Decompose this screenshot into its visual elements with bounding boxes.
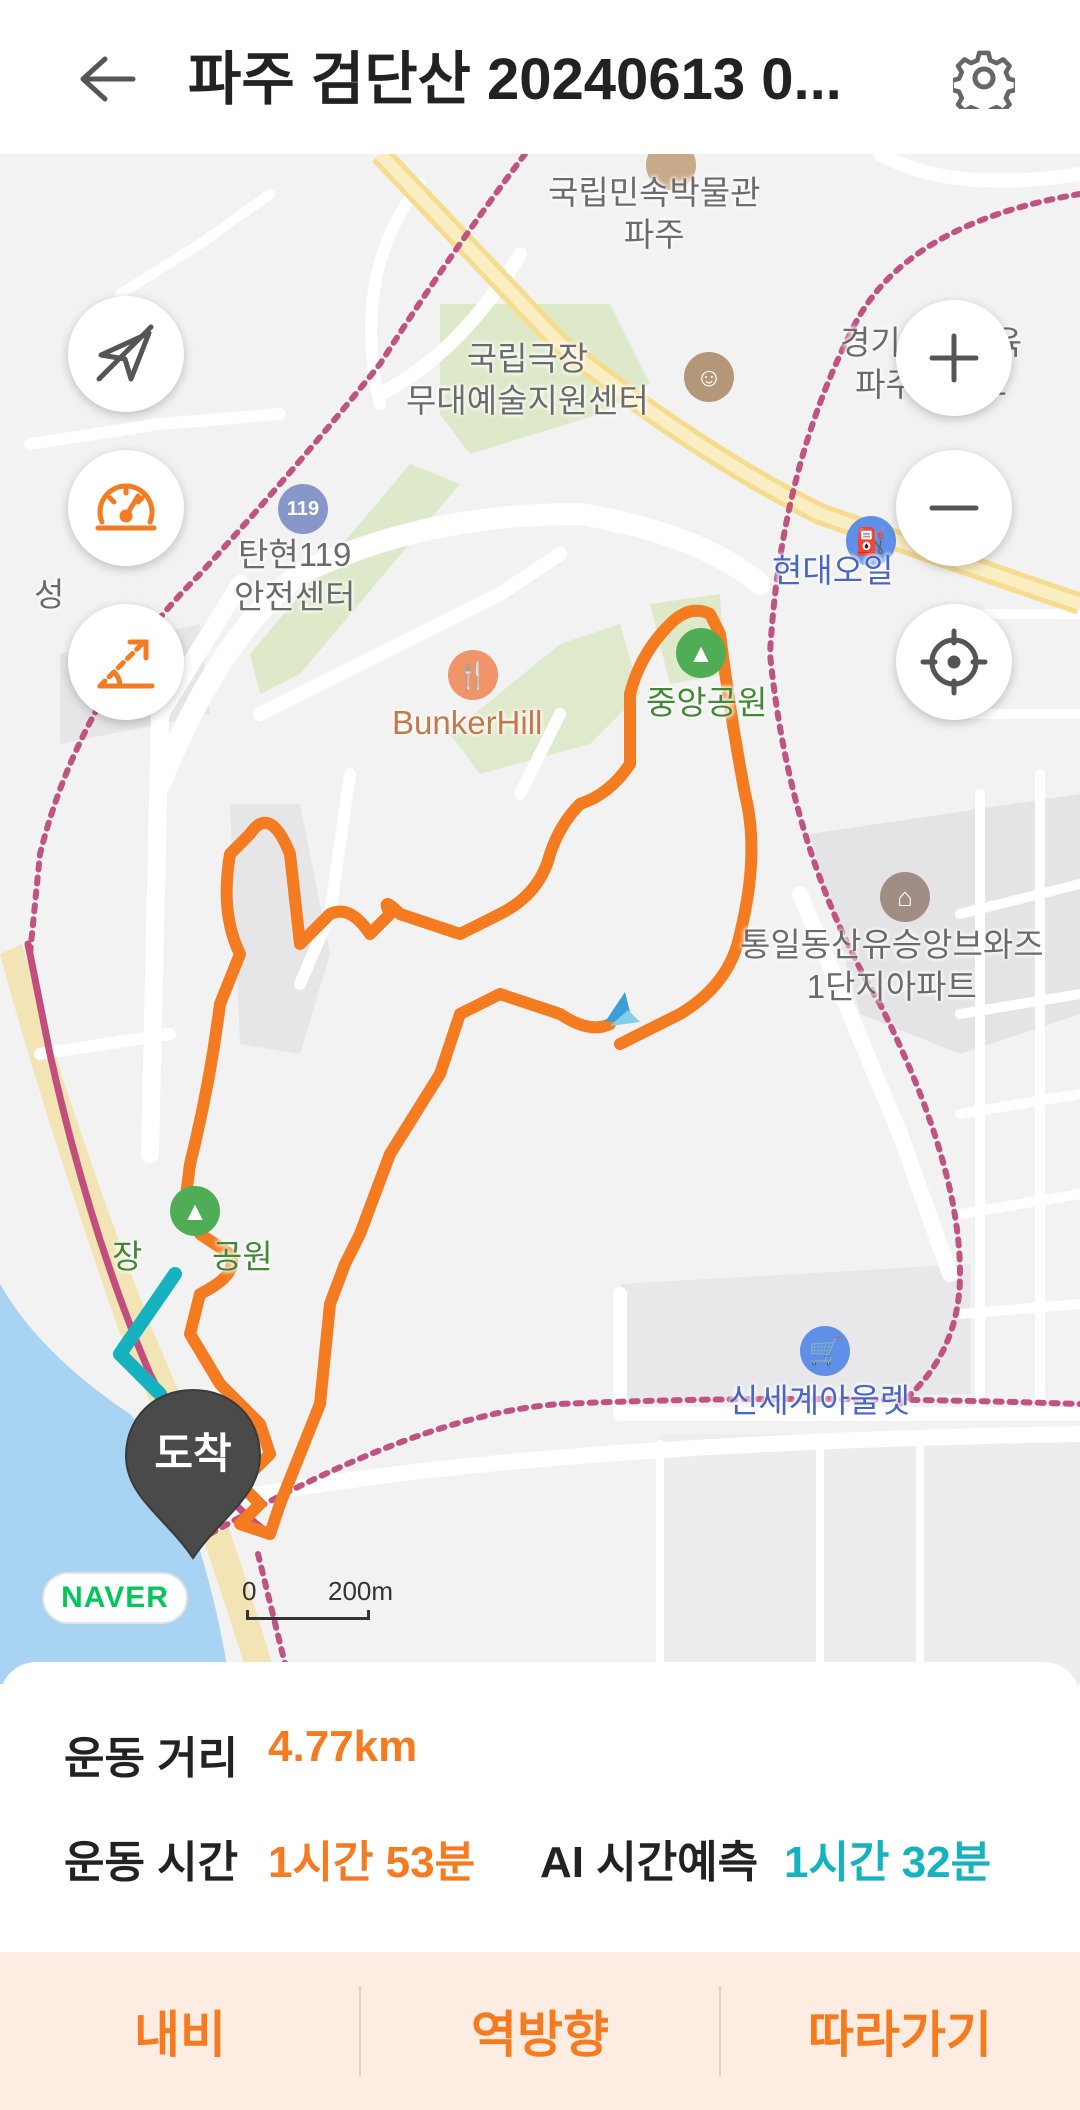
zoom-in-button[interactable] [896,300,1012,416]
speed-button[interactable] [68,450,184,566]
scale-zero-label: 0 [242,1576,257,1606]
zoom-out-button[interactable] [896,450,1012,566]
page-title: 파주 검단산 20240613 0... [188,47,842,112]
time-label: 운동 시간 [64,1838,239,1887]
minus-icon [929,505,979,511]
speedometer-icon [95,483,157,531]
arrow-left-icon [80,56,136,102]
restaurant-poi-icon[interactable]: 🍴 [448,650,498,700]
arrival-marker[interactable]: 도착 [120,1386,266,1562]
navi-button[interactable]: 내비 [0,1952,360,2110]
workout-summary-panel: 운동 거리 4.77km 운동 시간 1시간 53분 AI 시간예측 1시간 3… [0,1662,1080,1952]
map-view[interactable]: ☺ 119 ⛽ 🍴 ▲ ⌂ ▲ 🛒 국립민속박물관 파주 국립극장 무대예술지원… [0,154,1080,1684]
shopping-poi-icon[interactable]: 🛒 [800,1326,850,1376]
map-label-hyundai-oil: 현대오일 [772,552,894,589]
ai-time-value: 1시간 32분 [784,1838,992,1887]
top-app-bar: 파주 검단산 20240613 0... [0,0,1080,154]
slope-button[interactable] [68,604,184,720]
fire-station-poi-icon[interactable]: 119 [278,484,328,534]
map-label-apartment: 통일동산유승앙브와즈 1단지아파트 [740,926,1044,1005]
back-button[interactable] [72,44,142,114]
arrival-label: 도착 [154,1430,232,1477]
distance-label: 운동 거리 [64,1734,239,1783]
plus-icon [929,333,979,383]
park-poi-icon[interactable]: ▲ [676,628,726,678]
naver-logo: NAVER [42,1572,188,1624]
scale-bar [246,1610,370,1620]
map-scale: 0 200m [242,1576,402,1626]
map-label-outlet: 신세계아울렛 [728,1382,911,1419]
distance-value: 4.77km [268,1722,418,1771]
my-location-button[interactable] [896,604,1012,720]
map-label-theater: 국립극장 무대예술지원센터 [406,340,649,419]
ai-time-label: AI 시간예측 [540,1838,759,1887]
slope-icon [97,639,155,689]
scale-distance-label: 200m [328,1576,394,1606]
crosshair-icon [920,628,988,696]
settings-button[interactable] [946,40,1022,116]
map-label-jang-park: 장 [112,1238,143,1275]
bottom-action-bar: 내비 역방향 따라가기 [0,1952,1080,2110]
reverse-button[interactable]: 역방향 [360,1952,720,2110]
map-label-jang-park-suffix: 공원 [212,1238,273,1275]
map-label-central-park: 중앙공원 [646,684,768,721]
compass-toggle-button[interactable] [68,296,184,412]
time-value: 1시간 53분 [268,1838,476,1887]
apartment-poi-icon[interactable]: ⌂ [880,872,930,922]
map-label-bunker-hill: BunkerHill [392,704,543,741]
park-poi-icon-2[interactable]: ▲ [170,1186,220,1236]
map-label-edge: 성 [34,576,65,613]
theater-poi-icon[interactable]: ☺ [684,352,734,402]
follow-button[interactable]: 따라가기 [720,1952,1080,2110]
gear-icon [953,50,1015,109]
map-label-museum: 국립민속박물관 파주 [548,174,761,253]
compass-off-icon [96,324,154,382]
map-label-fire-station: 탄현119 안전센터 [234,536,356,615]
